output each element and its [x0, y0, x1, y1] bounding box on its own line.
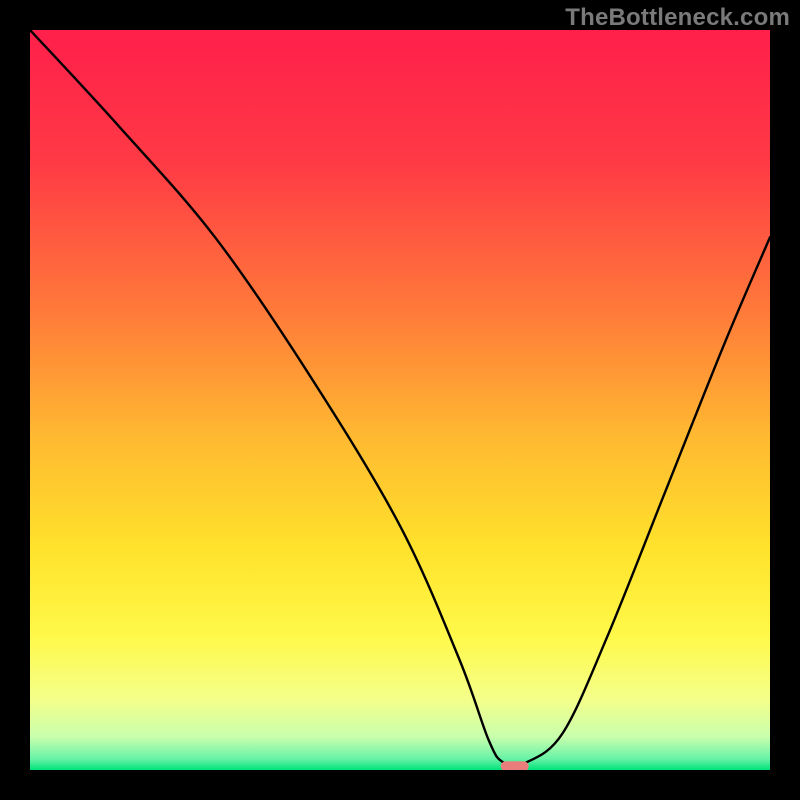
optimal-marker: [501, 761, 529, 770]
watermark-text: TheBottleneck.com: [565, 4, 790, 32]
chart-frame: TheBottleneck.com: [0, 0, 800, 800]
bottleneck-chart: [30, 30, 770, 770]
gradient-background: [30, 30, 770, 770]
plot-area: [30, 30, 770, 770]
